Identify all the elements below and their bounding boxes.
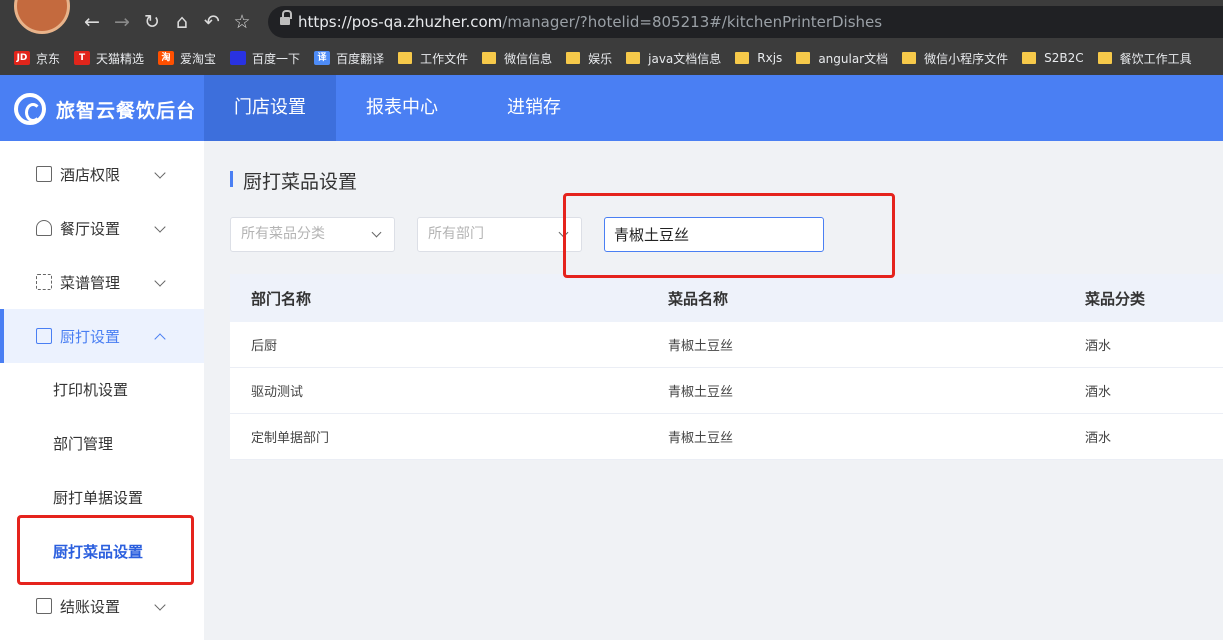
url-text: https://pos-qa.zhuzher.com/manager/?hote… <box>298 13 883 31</box>
building-icon <box>36 166 52 182</box>
printer-icon <box>36 328 52 344</box>
taobao-icon: 淘 <box>158 51 175 65</box>
sidebar-item-kitchen-print[interactable]: 厨打设置 <box>0 309 204 363</box>
page-title: 厨打菜品设置 <box>243 171 358 193</box>
header-department: 部门名称 <box>251 289 312 308</box>
bookmark-folder-tools[interactable]: 餐饮工作工具 <box>1097 50 1192 67</box>
jd-icon: JD <box>14 51 30 65</box>
department-select[interactable]: 所有部门 <box>417 217 582 252</box>
folder-icon <box>902 52 917 64</box>
chevron-down-icon <box>154 167 166 179</box>
profile-avatar[interactable] <box>14 0 70 34</box>
bookmark-folder-wechat[interactable]: 微信信息 <box>482 50 552 67</box>
folder-icon <box>735 52 750 64</box>
folder-icon <box>482 52 497 64</box>
bookmark-folder-java[interactable]: java文档信息 <box>626 50 721 67</box>
highlight-box-submenu <box>17 515 194 585</box>
tab-inventory[interactable]: 进销存 <box>468 75 600 141</box>
bookmark-folder-rxjs[interactable]: Rxjs <box>735 51 782 65</box>
tmall-icon: T <box>74 51 91 65</box>
tab-report-center[interactable]: 报表中心 <box>336 75 468 141</box>
bookmark-jd[interactable]: JD 京东 <box>14 50 60 67</box>
baidu-icon <box>230 51 247 65</box>
table-row[interactable]: 驱动测试 青椒土豆丝 酒水 <box>230 368 1223 414</box>
undo-icon[interactable]: ↶ <box>200 8 224 36</box>
app-logo[interactable]: 旅智云餐饮后台 <box>14 93 196 125</box>
sidebar-item-restaurant-settings[interactable]: 餐厅设置 <box>0 201 204 255</box>
browser-chrome: ← → ↻ ⌂ ↶ ☆ https://pos-qa.zhuzher.com/m… <box>0 0 1223 75</box>
folder-icon <box>626 52 641 64</box>
bookmark-folder-entertainment[interactable]: 娱乐 <box>566 50 612 67</box>
folder-icon <box>566 52 581 64</box>
forward-icon[interactable]: → <box>110 8 134 36</box>
chevron-down-icon <box>154 599 166 611</box>
dish-category-select[interactable]: 所有菜品分类 <box>230 217 395 252</box>
table-row[interactable]: 后厨 青椒土豆丝 酒水 <box>230 322 1223 368</box>
folder-icon <box>1097 52 1112 64</box>
bell-icon <box>36 220 52 236</box>
back-icon[interactable]: ← <box>80 8 104 36</box>
dish-table: 部门名称 菜品名称 菜品分类 后厨 青椒土豆丝 酒水 驱动测试 青椒土豆丝 酒水… <box>230 274 1223 460</box>
bookmark-folder-miniprogram[interactable]: 微信小程序文件 <box>902 50 1008 67</box>
header-dish-category: 菜品分类 <box>1085 289 1146 308</box>
grid-icon <box>36 274 52 290</box>
bookmark-baidu-translate[interactable]: 译百度翻译 <box>314 50 384 67</box>
sidebar-item-hotel-permissions[interactable]: 酒店权限 <box>0 147 204 201</box>
top-navigation: 旅智云餐饮后台 门店设置 报表中心 进销存 <box>0 75 1223 141</box>
bookmarks-bar: JD 京东 T 天猫精选 淘爱淘宝 百度一下 译百度翻译 工作文件 微信信息 娱乐 … <box>0 44 1223 72</box>
logo-icon <box>14 93 46 125</box>
app-name: 旅智云餐饮后台 <box>56 99 197 122</box>
receipt-icon <box>36 598 52 614</box>
title-accent-bar <box>230 171 233 187</box>
bookmark-folder-angular[interactable]: angular文档 <box>796 50 888 67</box>
chevron-down-icon <box>154 275 166 287</box>
folder-icon <box>398 52 413 64</box>
sidebar-item-checkout-settings[interactable]: 结账设置 <box>0 579 204 633</box>
bookmark-tmall[interactable]: T 天猫精选 <box>74 50 144 67</box>
table-header: 部门名称 菜品名称 菜品分类 <box>230 274 1223 322</box>
header-dish-name: 菜品名称 <box>668 289 729 308</box>
translate-icon: 译 <box>314 51 331 65</box>
bookmark-baidu[interactable]: 百度一下 <box>230 50 300 67</box>
submenu-printer-settings[interactable]: 打印机设置 <box>0 363 204 417</box>
highlight-box-search <box>563 193 895 278</box>
sidebar-item-menu-management[interactable]: 菜谱管理 <box>0 255 204 309</box>
chevron-down-icon <box>371 227 382 238</box>
star-icon[interactable]: ☆ <box>230 8 254 36</box>
bookmark-folder-s2b2c[interactable]: S2B2C <box>1022 51 1084 65</box>
tab-store-settings[interactable]: 门店设置 <box>204 75 336 141</box>
bookmark-folder-work[interactable]: 工作文件 <box>398 50 468 67</box>
table-row[interactable]: 定制单据部门 青椒土豆丝 酒水 <box>230 414 1223 460</box>
chevron-down-icon <box>154 221 166 233</box>
chevron-up-icon <box>154 333 166 345</box>
folder-icon <box>796 52 811 64</box>
bookmark-aitaobao[interactable]: 淘爱淘宝 <box>158 50 216 67</box>
home-icon[interactable]: ⌂ <box>170 8 194 36</box>
submenu-department-management[interactable]: 部门管理 <box>0 417 204 471</box>
lock-icon <box>280 10 292 26</box>
folder-icon <box>1022 52 1037 64</box>
address-bar[interactable]: https://pos-qa.zhuzher.com/manager/?hote… <box>268 6 1223 38</box>
reload-icon[interactable]: ↻ <box>140 8 164 36</box>
